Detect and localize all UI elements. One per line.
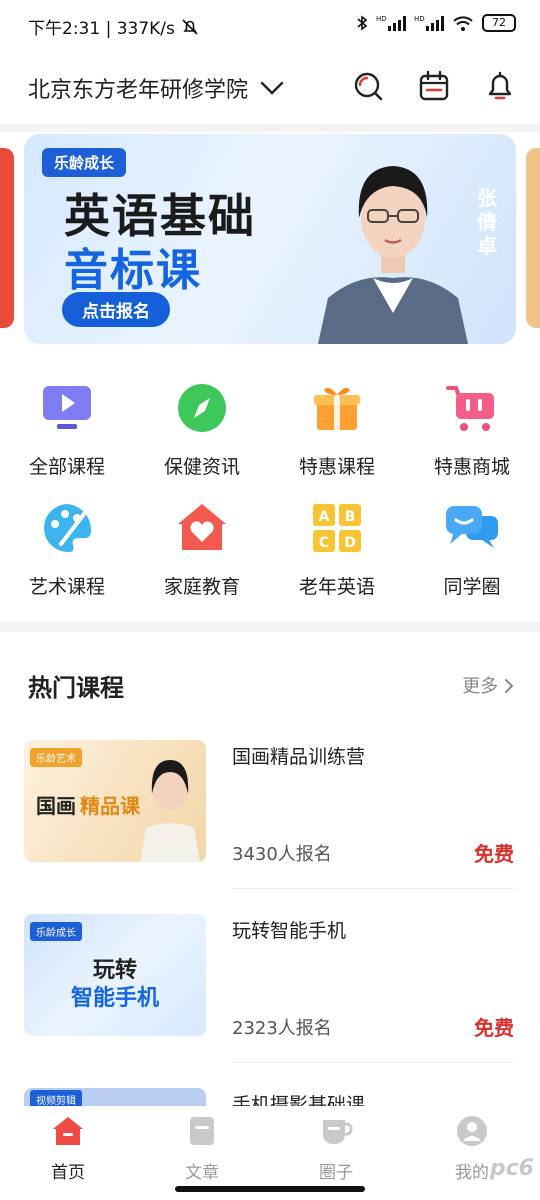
- thumb-text-a: 国画: [36, 794, 76, 818]
- video-course-icon: [43, 386, 91, 429]
- home-icon: [53, 1117, 83, 1145]
- home-heart-icon: [178, 504, 226, 550]
- menu-label: 艺术课程: [28, 576, 105, 598]
- menu-item-all-courses[interactable]: 全部课程: [2, 380, 132, 479]
- banner-slide[interactable]: 乐龄成长 英语基础 音标课 点击报名 张倩卓: [24, 134, 516, 344]
- gift-icon: [314, 387, 360, 430]
- chat-bubbles-icon: [446, 506, 498, 548]
- chevron-down-icon: [260, 81, 284, 95]
- menu-item-family-education[interactable]: 家庭教育: [137, 500, 267, 599]
- top-header: 北京东方老年研修学院: [0, 60, 540, 120]
- course-divider: [232, 888, 514, 889]
- thumb-text-b: 精品课: [80, 794, 140, 818]
- org-selector[interactable]: 北京东方老年研修学院: [28, 72, 284, 104]
- bluetooth-icon: [357, 15, 368, 31]
- section-title: 热门课程: [28, 674, 124, 702]
- cup-icon: [323, 1120, 353, 1144]
- watermark: pc6: [489, 1156, 534, 1181]
- bell-icon[interactable]: [484, 70, 516, 102]
- banner-teacher-name: 张倩卓: [477, 186, 497, 258]
- header-divider: [0, 124, 540, 132]
- status-bar: 下午2:31 | 337K/s HD HD 72: [0, 0, 540, 50]
- menu-label: 特惠课程: [298, 456, 375, 478]
- more-link[interactable]: 更多: [462, 672, 514, 698]
- battery-indicator: 72: [482, 14, 516, 32]
- course-thumbnail: 乐龄艺术 国画 精品课: [24, 740, 206, 862]
- status-indicators: HD HD 72: [356, 14, 516, 32]
- course-price: 免费: [474, 1016, 514, 1040]
- course-thumbnail: 乐龄成长 玩转 智能手机: [24, 914, 206, 1036]
- thumb-portrait: [140, 760, 200, 862]
- course-price: 免费: [474, 842, 514, 866]
- search-icon[interactable]: [352, 70, 384, 102]
- home-indicator[interactable]: [175, 1186, 365, 1192]
- tab-label: 首页: [51, 1163, 85, 1183]
- course-signup-count: 3430人报名: [232, 844, 332, 865]
- course-item-photography[interactable]: 视频剪辑 手机摄影基础课: [24, 1088, 514, 1108]
- course-item-guohua[interactable]: 乐龄艺术 国画 精品课 国画精品训练营 3430人报名 免费: [24, 740, 514, 889]
- svg-text:HD: HD: [414, 15, 425, 23]
- org-name: 北京东方老年研修学院: [28, 78, 249, 103]
- chevron-right-icon: [505, 679, 514, 693]
- menu-item-discount-mall[interactable]: 特惠商城: [407, 380, 537, 479]
- course-title: 玩转智能手机: [232, 920, 347, 942]
- menu-item-art-courses[interactable]: 艺术课程: [2, 500, 132, 599]
- teacher-portrait: [318, 166, 468, 344]
- user-icon: [457, 1116, 487, 1146]
- banner-peek-right[interactable]: [526, 148, 540, 328]
- shopping-cart-icon: [446, 386, 494, 431]
- banner-peek-left[interactable]: [0, 148, 14, 328]
- svg-text:C: C: [319, 535, 329, 551]
- menu-label: 老年英语: [298, 576, 375, 598]
- menu-label: 特惠商城: [433, 456, 510, 478]
- abcd-icon: A B C D: [313, 504, 361, 552]
- tab-articles[interactable]: 文章: [152, 1114, 252, 1183]
- svg-text:A: A: [319, 509, 330, 525]
- svg-text:D: D: [344, 535, 356, 551]
- banner-title-line2: 音标课: [64, 245, 202, 296]
- signal-icon-2: HD: [414, 15, 444, 31]
- menu-label: 同学圈: [443, 576, 501, 598]
- menu-item-classmates[interactable]: 同学圈: [407, 500, 537, 599]
- course-item-smartphone[interactable]: 乐龄成长 玩转 智能手机 玩转智能手机 2323人报名 免费: [24, 914, 514, 1063]
- palette-icon: [43, 504, 92, 553]
- menu-item-health-news[interactable]: 保健资讯: [137, 380, 267, 479]
- menu-label: 保健资讯: [163, 456, 240, 478]
- status-time-text: 下午2:31 | 337K/s: [28, 19, 175, 39]
- menu-item-senior-english[interactable]: A B C D 老年英语: [272, 500, 402, 599]
- banner-signup-button[interactable]: 点击报名: [62, 292, 170, 327]
- thumb-text-b: 智能手机: [70, 986, 159, 1011]
- hot-courses-header: 热门课程 更多: [28, 668, 514, 704]
- menu-label: 家庭教育: [163, 576, 240, 598]
- section-divider: [0, 622, 540, 632]
- wifi-icon: [453, 16, 473, 31]
- tab-label: 圈子: [319, 1163, 353, 1183]
- menu-item-discount-courses[interactable]: 特惠课程: [272, 380, 402, 479]
- svg-text:HD: HD: [376, 15, 387, 23]
- signal-icon: HD: [376, 15, 406, 31]
- course-signup-count: 2323人报名: [232, 1018, 332, 1039]
- status-time: 下午2:31 | 337K/s: [28, 14, 199, 39]
- banner-tag: 乐龄成长: [42, 148, 127, 177]
- more-label: 更多: [462, 676, 499, 697]
- svg-text:B: B: [345, 509, 356, 525]
- thumb-tag: 乐龄成长: [30, 922, 82, 941]
- menu-label: 全部课程: [28, 456, 105, 478]
- course-thumbnail: 视频剪辑: [24, 1088, 206, 1108]
- course-title: 国画精品训练营: [232, 746, 366, 768]
- article-icon: [190, 1117, 214, 1145]
- compass-icon: [178, 384, 226, 432]
- tab-home[interactable]: 首页: [18, 1114, 118, 1183]
- thumb-tag: 乐龄艺术: [30, 748, 82, 767]
- tab-circle[interactable]: 圈子: [286, 1114, 386, 1183]
- tab-label: 文章: [185, 1163, 219, 1183]
- banner-carousel[interactable]: 乐龄成长 英语基础 音标课 点击报名 张倩卓: [0, 134, 540, 346]
- calendar-icon[interactable]: [418, 70, 450, 102]
- course-divider: [232, 1062, 514, 1063]
- mute-bell-icon: [182, 18, 198, 35]
